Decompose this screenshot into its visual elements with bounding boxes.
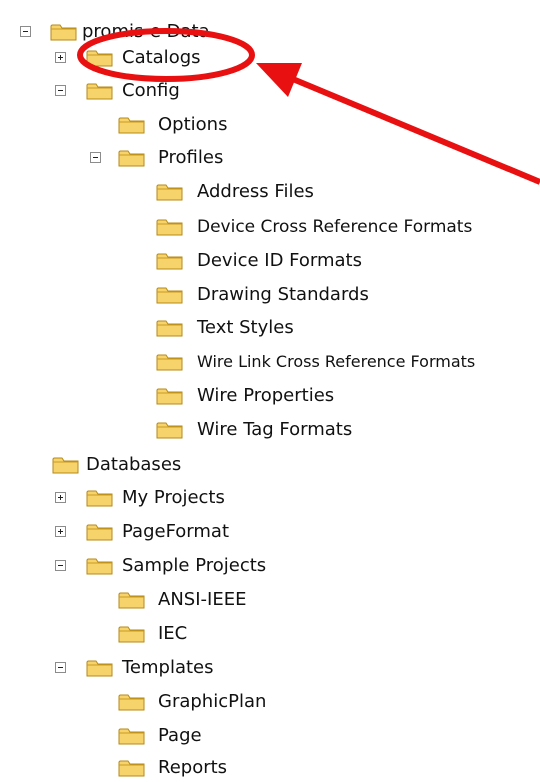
tree-node-sample-projects[interactable]: Sample Projects (0, 552, 300, 580)
tree-node-my-projects[interactable]: My Projects (0, 484, 260, 512)
tree-node-root[interactable]: promis-e Data (0, 18, 210, 46)
tree-node-label: Templates (122, 657, 214, 678)
tree-node-text-styles[interactable]: Text Styles (0, 314, 540, 342)
tree-node-catalogs[interactable]: Catalogs (0, 44, 240, 72)
tree-node-label: Reports (158, 757, 228, 778)
tree-node-label: Profiles (158, 147, 224, 168)
folder-icon (86, 524, 113, 541)
tree-node-label: GraphicPlan (158, 691, 267, 712)
expand-toggle-icon[interactable] (55, 492, 66, 503)
folder-icon (156, 388, 183, 405)
tree-node-iec[interactable]: IEC (0, 620, 260, 648)
tree-node-label: Wire Link Cross Reference Formats (197, 352, 476, 371)
tree-node-label: IEC (158, 623, 188, 644)
tree-node-pageformat[interactable]: PageFormat (0, 518, 260, 546)
tree-node-label: Wire Tag Formats (197, 419, 353, 440)
folder-icon (118, 728, 145, 745)
folder-icon (52, 457, 79, 474)
folder-icon (118, 592, 145, 609)
tree-node-label: Address Files (197, 181, 314, 202)
folder-icon (156, 320, 183, 337)
tree-node-label: Databases (86, 454, 182, 475)
tree-node-reports[interactable]: Reports (0, 754, 260, 782)
folder-icon (118, 626, 145, 643)
tree-node-label: Text Styles (197, 317, 294, 338)
collapse-toggle-icon[interactable] (55, 560, 66, 571)
collapse-toggle-icon[interactable] (55, 85, 66, 96)
folder-icon (118, 694, 145, 711)
tree-node-label: Device Cross Reference Formats (197, 217, 473, 237)
tree-node-label: promis-e Data (82, 21, 210, 42)
tree-node-label: Config (122, 80, 180, 101)
folder-icon (156, 354, 183, 371)
folder-icon (156, 287, 183, 304)
tree-node-label: ANSI-IEEE (158, 589, 247, 610)
tree-node-ansi-ieee[interactable]: ANSI-IEEE (0, 586, 260, 614)
tree-node-label: Sample Projects (122, 555, 267, 576)
tree-node-wire-properties[interactable]: Wire Properties (0, 382, 540, 410)
folder-icon (118, 117, 145, 134)
collapse-toggle-icon[interactable] (90, 152, 101, 163)
folder-icon (156, 184, 183, 201)
folder-icon (118, 150, 145, 167)
tree-node-graphicplan[interactable]: GraphicPlan (0, 688, 266, 716)
tree-node-label: Device ID Formats (197, 250, 362, 271)
tree-node-label: Options (158, 114, 228, 135)
folder-icon (86, 83, 113, 100)
collapse-toggle-icon[interactable] (55, 662, 66, 673)
tree-node-device-cross-reference-formats[interactable]: Device Cross Reference Formats (0, 213, 540, 241)
tree-node-drawing-standards[interactable]: Drawing Standards (0, 281, 540, 309)
expand-toggle-icon[interactable] (55, 52, 66, 63)
collapse-toggle-icon[interactable] (20, 26, 31, 37)
tree-node-address-files[interactable]: Address Files (0, 178, 540, 206)
expand-toggle-icon[interactable] (55, 526, 66, 537)
folder-icon (86, 660, 113, 677)
folder-icon (156, 253, 183, 270)
folder-tree: promis-e Data Catalogs Config Options Pr… (0, 0, 540, 782)
tree-node-page[interactable]: Page (0, 722, 260, 750)
tree-node-label: Page (158, 725, 202, 746)
folder-icon (86, 490, 113, 507)
tree-node-label: Drawing Standards (197, 284, 369, 305)
folder-icon (156, 422, 183, 439)
tree-node-databases[interactable]: Databases (0, 451, 260, 479)
tree-node-label: My Projects (122, 487, 225, 508)
folder-icon (156, 219, 183, 236)
tree-node-label: Catalogs (122, 47, 201, 68)
tree-node-wire-tag-formats[interactable]: Wire Tag Formats (0, 416, 540, 444)
tree-node-device-id-formats[interactable]: Device ID Formats (0, 247, 540, 275)
tree-node-label: Wire Properties (197, 385, 335, 406)
tree-node-wire-link-cross-reference-formats[interactable]: Wire Link Cross Reference Formats (0, 348, 540, 376)
folder-icon (118, 760, 145, 777)
tree-node-templates[interactable]: Templates (0, 654, 260, 682)
tree-node-label: PageFormat (122, 521, 230, 542)
tree-node-profiles[interactable]: Profiles (0, 144, 260, 172)
folder-icon (86, 558, 113, 575)
folder-icon (50, 24, 77, 41)
tree-node-config[interactable]: Config (0, 77, 240, 105)
folder-icon (86, 50, 113, 67)
tree-node-options[interactable]: Options (0, 111, 260, 139)
